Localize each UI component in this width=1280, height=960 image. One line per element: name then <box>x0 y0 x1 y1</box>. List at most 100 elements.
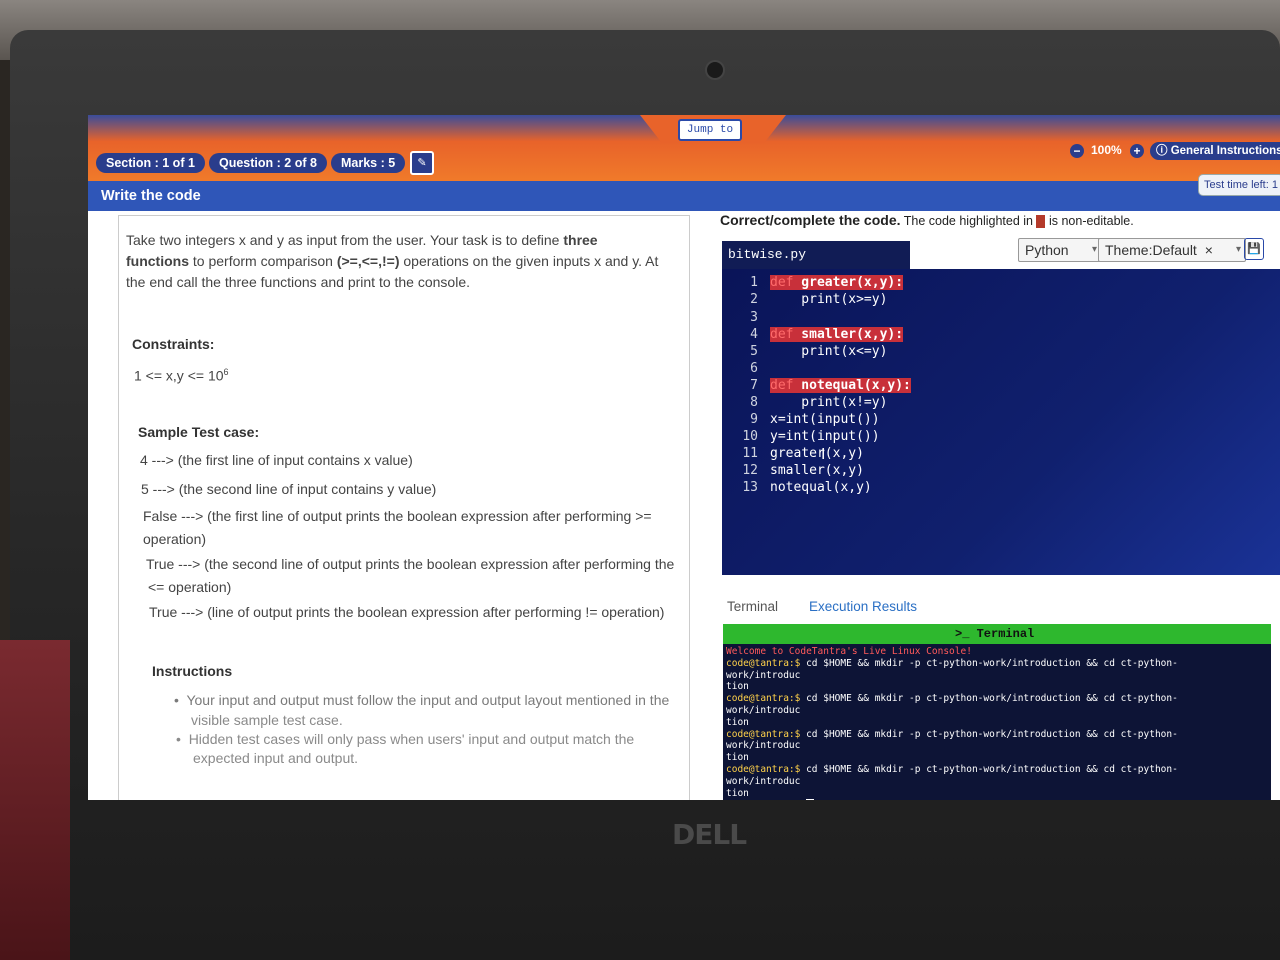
code-line: 5 print(x<=y) <box>722 344 1280 361</box>
marks-badge: Marks : 5 <box>331 153 406 173</box>
sub-header: Write the code <box>88 181 1280 211</box>
instruction-item: • Hidden test cases will only pass when … <box>176 731 635 747</box>
code-line: 3 <box>722 310 1280 327</box>
line-number: 2 <box>750 292 758 307</box>
terminal-line: code@tantra:$ <box>726 799 1251 800</box>
code-line: 9 x=int(input()) <box>722 412 1280 429</box>
terminal-title: >_ Terminal <box>955 627 1034 641</box>
sample-line: False ---> (the first line of output pri… <box>143 508 652 524</box>
intro-bold-operators: (>=,<=,!=) <box>336 253 400 269</box>
intro-text-3: operations on the given inputs x and y. … <box>399 253 659 269</box>
background-cloth <box>0 640 70 960</box>
code-line: 7 def notequal(x,y): <box>722 378 1280 395</box>
section-badge[interactable]: Section : 1 of 1 <box>96 153 205 173</box>
problem-panel: Take two integers x and y as input from … <box>118 215 690 800</box>
line-number: 1 <box>750 275 758 290</box>
code-text: print(x!=y) <box>770 395 888 410</box>
language-value: Python <box>1025 242 1069 258</box>
terminal-wrap: tion <box>726 681 749 693</box>
line-number: 13 <box>742 480 758 495</box>
terminal-welcome: Welcome to CodeTantra's Live Linux Conso… <box>726 646 972 657</box>
save-icon[interactable]: 💾 <box>1244 238 1264 260</box>
code-line: 1 def greater(x,y): <box>722 275 1280 292</box>
line-number: 11 <box>742 446 758 461</box>
code-line: 10 y=int(input()) <box>722 429 1280 446</box>
text-cursor-icon: I <box>821 446 826 463</box>
code-text: print(x<=y) <box>770 344 888 359</box>
clear-theme-icon[interactable]: × <box>1205 242 1213 258</box>
intro-text-2: to perform comparison <box>189 253 337 269</box>
terminal-prompt: code@tantra:$ <box>726 693 801 705</box>
info-icon: ⓘ <box>1156 145 1171 157</box>
terminal-wrap: tion <box>726 752 749 764</box>
code-text: def notequal(x,y): <box>770 378 911 393</box>
chevron-down-icon: ▾ <box>1091 244 1097 255</box>
jump-to-button[interactable]: Jump to <box>678 119 742 141</box>
instruction-item: • Your input and output must follow the … <box>174 692 670 708</box>
code-line: 4 def smaller(x,y): <box>722 327 1280 344</box>
line-number: 5 <box>750 344 758 359</box>
sample-line: operation) <box>143 531 207 547</box>
keyword: def <box>770 327 794 342</box>
line-number: 6 <box>750 361 758 376</box>
intro-bold-three: three <box>563 232 598 248</box>
code-text: def smaller(x,y): <box>770 327 904 342</box>
code-editor[interactable]: 1 def greater(x,y): 2 print(x>=y) 3 4 def … <box>722 269 1280 575</box>
question-badge[interactable]: Question : 2 of 8 <box>209 153 327 173</box>
code-line: 12 smaller(x,y) <box>722 463 1280 480</box>
terminal-cursor <box>806 799 815 800</box>
code-text: greater(x,y) <box>770 446 864 461</box>
chat-icon[interactable]: ✎ <box>410 151 434 175</box>
code-text: y=int(input()) <box>770 429 880 444</box>
page-title: Write the code <box>101 188 201 204</box>
dell-logo: DELL <box>672 818 747 851</box>
file-tab[interactable]: bitwise.py <box>722 241 910 269</box>
tab-terminal[interactable]: Terminal <box>727 599 778 614</box>
constraint-base: 1 <= x,y <= 10 <box>134 367 224 384</box>
line-number: 10 <box>742 429 758 444</box>
terminal-line: code@tantra:$ cd $HOME && mkdir -p ct-py… <box>726 658 1251 682</box>
sample-line: 4 ---> (the first line of input contains… <box>140 452 413 468</box>
instruction-line: Hidden test cases will only pass when us… <box>188 731 635 747</box>
terminal-title-text: Terminal <box>976 627 1035 641</box>
theme-select[interactable]: Theme:Default × ▾ <box>1098 238 1246 262</box>
terminal-prompt: code@tantra:$ <box>726 763 801 775</box>
instruction-line: expected input and output. <box>193 750 359 766</box>
code-line: 8 print(x!=y) <box>722 395 1280 412</box>
terminal-header: >_ Terminal <box>723 624 1271 644</box>
intro-text-1: Take two integers x and y as input from … <box>126 232 564 248</box>
line-number: 7 <box>750 378 758 393</box>
terminal-wrap: tion <box>726 716 749 728</box>
sample-line: 5 ---> (the second line of input contain… <box>141 481 437 497</box>
zoom-out-button[interactable]: − <box>1070 144 1084 158</box>
tab-execution-results[interactable]: Execution Results <box>809 599 917 614</box>
theme-value: Theme:Default <box>1105 242 1197 258</box>
code-text: x=int(input()) <box>770 412 880 427</box>
hint-bold: Correct/complete the code. <box>720 212 901 228</box>
line-number: 8 <box>750 395 758 410</box>
instruction-line: Your input and output must follow the in… <box>186 692 670 708</box>
editor-panel: Correct/complete the code. The code high… <box>713 211 1280 800</box>
terminal-line: code@tantra:$ cd $HOME && mkdir -p ct-py… <box>726 729 1251 753</box>
instruction-line: visible sample test case. <box>191 712 343 728</box>
language-select[interactable]: Python ▾ <box>1018 238 1102 262</box>
keyword: def <box>770 378 794 393</box>
terminal-prompt: code@tantra:$ <box>726 657 801 669</box>
line-number: 12 <box>742 463 758 478</box>
terminal-output: Welcome to CodeTantra's Live Linux Conso… <box>726 646 1251 800</box>
intro-bold-functions: functions <box>126 253 189 269</box>
terminal-icon: >_ <box>955 627 977 641</box>
code-line: 13 notequal(x,y) <box>722 480 1280 497</box>
keyword: def <box>770 275 794 290</box>
webcam <box>705 60 725 80</box>
terminal-panel[interactable]: >_ Terminal Welcome to CodeTantra's Live… <box>723 624 1271 800</box>
sample-heading: Sample Test case: <box>138 424 260 440</box>
instructions-heading: Instructions <box>152 663 233 679</box>
zoom-in-button[interactable]: + <box>1130 144 1144 158</box>
laptop-screen: Jump to Section : 1 of 1 Question : 2 of… <box>88 115 1280 800</box>
general-instructions-button[interactable]: ⓘ General Instructions <box>1150 142 1280 160</box>
constraints-heading: Constraints: <box>132 336 215 352</box>
function-sig: greater(x,y): <box>793 275 904 290</box>
sample-line: True ---> (line of output prints the boo… <box>149 604 665 620</box>
test-time-left: Test time left: 1 <box>1198 174 1280 196</box>
